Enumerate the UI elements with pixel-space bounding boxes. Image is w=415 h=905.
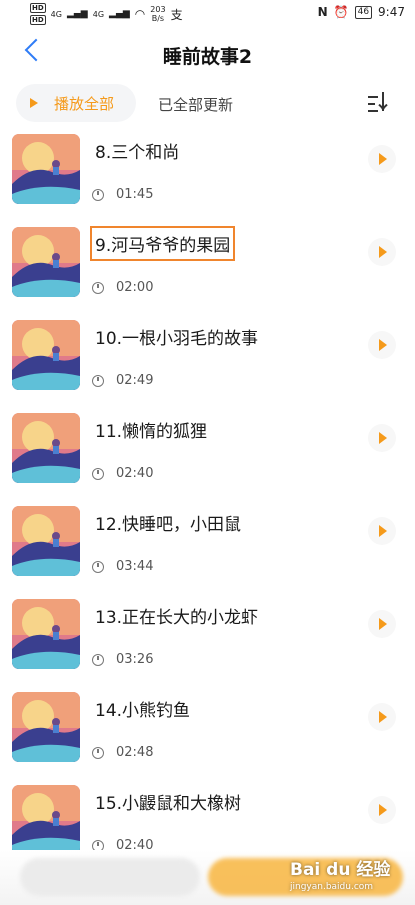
alipay-icon: 支: [170, 7, 183, 22]
play-triangle-icon: [30, 98, 38, 108]
bottom-left-blurred-button[interactable]: [20, 858, 200, 896]
net-speed-value: 203: [150, 5, 166, 14]
net-speed-unit: B/s: [151, 14, 165, 23]
list-toolbar: 播放全部 已全部更新: [0, 84, 415, 124]
wifi-icon: ◠: [134, 7, 146, 21]
story-cover-image: [12, 599, 80, 669]
nfc-icon: N: [317, 5, 328, 19]
baidu-watermark: Bai du 经验 jingyan.baidu.com: [290, 855, 390, 892]
story-duration: 02:00: [92, 280, 153, 295]
duration-value: 01:45: [116, 187, 154, 202]
duration-value: 02:40: [116, 466, 154, 481]
play-button[interactable]: [368, 145, 396, 173]
story-cover-image: [12, 785, 80, 855]
duration-value: 02:00: [116, 280, 154, 295]
sim-indicators: HD HD: [30, 3, 46, 25]
story-cover-image: [12, 506, 80, 576]
story-cover-image: [12, 227, 80, 297]
story-duration: 02:40: [92, 466, 153, 481]
net-speed: 203 B/s: [150, 5, 165, 23]
watermark-url: jingyan.baidu.com: [290, 882, 374, 892]
story-title: 14.小熊钓鱼: [95, 701, 191, 721]
story-title-highlighted: 9.河马爷爷的果园: [89, 226, 236, 261]
duration-value: 03:44: [116, 559, 154, 574]
story-item[interactable]: 9.河马爷爷的果园 02:00: [0, 219, 415, 311]
story-title: 13.正在长大的小龙虾: [95, 608, 259, 628]
battery-indicator: 46: [354, 5, 373, 19]
clock-icon: [92, 467, 104, 480]
story-title: 8.三个和尚: [95, 143, 180, 163]
clock-icon: [92, 653, 104, 666]
status-right: N ⏰ 46 9:47: [318, 5, 405, 19]
sim2-hd-badge: HD: [30, 15, 46, 25]
story-duration: 03:26: [92, 652, 153, 667]
page-header: 睡前故事2: [0, 30, 415, 80]
play-button[interactable]: [368, 238, 396, 266]
story-title: 10.一根小羽毛的故事: [95, 329, 259, 349]
signal2-label: 4G: [92, 9, 105, 19]
sim1-hd-badge: HD: [30, 3, 46, 13]
story-item[interactable]: 12.快睡吧，小田鼠 03:44: [0, 498, 415, 590]
play-button[interactable]: [368, 703, 396, 731]
clock-icon: [92, 746, 104, 759]
clock-icon: [92, 281, 104, 294]
duration-value: 02:49: [116, 373, 154, 388]
play-button[interactable]: [368, 331, 396, 359]
duration-value: 02:48: [116, 745, 154, 760]
update-status: 已全部更新: [158, 96, 234, 114]
story-title: 12.快睡吧，小田鼠: [95, 515, 242, 535]
play-button[interactable]: [368, 796, 396, 824]
play-button[interactable]: [368, 424, 396, 452]
play-all-button[interactable]: 播放全部: [16, 84, 136, 122]
signal1-label: 4G: [50, 9, 62, 19]
status-left: HD HD 4G ▂▄▆ 4G ▂▄▆ ◠ 203 B/s 支: [30, 3, 183, 25]
play-button[interactable]: [368, 517, 396, 545]
story-cover-image: [12, 134, 80, 204]
alarm-icon: ⏰: [333, 5, 349, 19]
story-cover-image: [12, 692, 80, 762]
signal1-bars-icon: ▂▄▆: [66, 9, 88, 19]
story-title: 11.懒惰的狐狸: [95, 422, 208, 442]
story-duration: 03:44: [92, 559, 153, 574]
story-cover-image: [12, 320, 80, 390]
play-all-label: 播放全部: [54, 94, 115, 113]
story-duration: 01:45: [92, 187, 153, 202]
signal2-bars-icon: ▂▄▆: [109, 9, 130, 19]
clock-time: 9:47: [378, 5, 405, 19]
clock-icon: [92, 188, 104, 201]
status-bar: HD HD 4G ▂▄▆ 4G ▂▄▆ ◠ 203 B/s 支 N ⏰ 46 9…: [0, 0, 415, 28]
story-cover-image: [12, 413, 80, 483]
duration-value: 03:26: [116, 652, 154, 667]
play-button[interactable]: [368, 610, 396, 638]
story-title: 15.小鼹鼠和大橡树: [95, 794, 242, 814]
clock-icon: [92, 374, 104, 387]
story-duration: 02:48: [92, 745, 153, 760]
watermark-brand: Bai du 经验: [290, 860, 391, 880]
story-item[interactable]: 8.三个和尚 01:45: [0, 126, 415, 218]
page-title: 睡前故事2: [162, 46, 253, 68]
story-item[interactable]: 11.懒惰的狐狸 02:40: [0, 405, 415, 497]
story-item[interactable]: 14.小熊钓鱼 02:48: [0, 684, 415, 776]
clock-icon: [92, 560, 104, 573]
story-item[interactable]: 10.一根小羽毛的故事 02:49: [0, 312, 415, 404]
story-item[interactable]: 13.正在长大的小龙虾 03:26: [0, 591, 415, 683]
story-duration: 02:49: [92, 373, 153, 388]
sort-icon[interactable]: [368, 92, 390, 112]
